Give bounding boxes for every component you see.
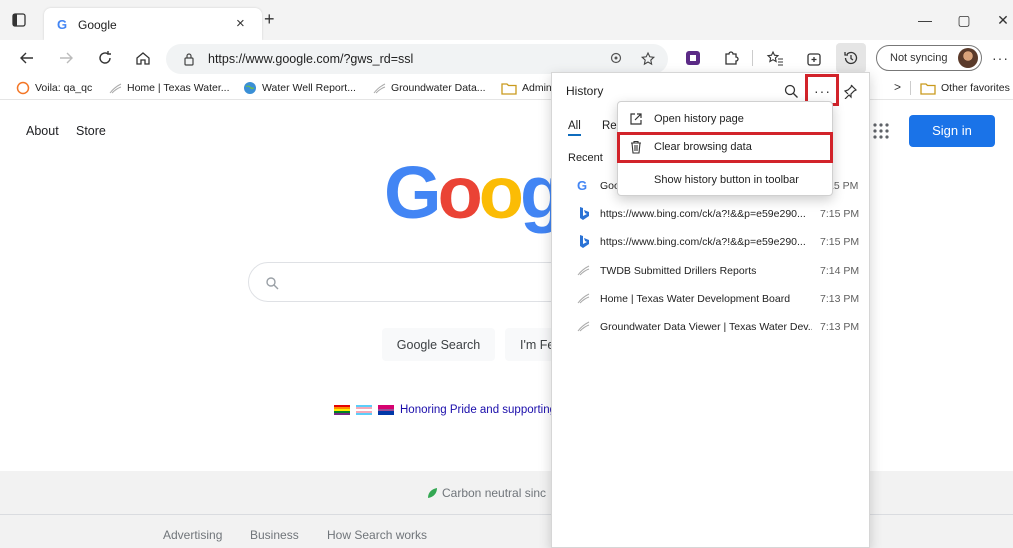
google-search-button[interactable]: Google Search: [382, 328, 495, 361]
back-arrow-icon[interactable]: [18, 49, 36, 67]
history-row[interactable]: https://www.bing.com/ck/a?!&&p=e59e290..…: [552, 200, 869, 228]
folder-icon: [501, 83, 517, 95]
open-history-page-item[interactable]: Open history page: [618, 105, 832, 133]
refresh-icon[interactable]: [96, 49, 114, 67]
home-icon[interactable]: [134, 49, 152, 67]
history-row[interactable]: Home | Texas Water Development Board 7:1…: [552, 285, 869, 313]
clear-browsing-data-item[interactable]: Clear browsing data: [617, 132, 833, 163]
twdb-favicon: [577, 321, 590, 332]
svg-text:G: G: [577, 178, 587, 192]
bi-flag-icon: [378, 405, 394, 415]
twdb-icon: [373, 83, 386, 94]
bing-favicon: [580, 235, 589, 248]
close-window-button[interactable]: ✕: [995, 12, 1011, 28]
other-favorites-folder[interactable]: Other favorites: [920, 80, 1010, 96]
show-history-button-item[interactable]: Show history button in toolbar: [618, 166, 832, 194]
tab-title: Google: [78, 18, 117, 32]
history-row[interactable]: https://www.bing.com/ck/a?!&&p=e59e290..…: [552, 228, 869, 256]
bing-favicon: [580, 207, 589, 220]
search-icon: [265, 276, 279, 290]
history-section-recent: Recent: [568, 152, 603, 164]
extension-icon[interactable]: [684, 49, 702, 67]
about-link[interactable]: About: [26, 124, 59, 138]
carbon-neutral-link[interactable]: Carbon neutral sinc: [426, 486, 546, 500]
maximize-button[interactable]: ▢: [956, 12, 972, 28]
history-row[interactable]: Groundwater Data Viewer | Texas Water De…: [552, 313, 869, 341]
pin-icon[interactable]: [842, 83, 858, 99]
history-icon: [842, 49, 860, 67]
history-title: History: [566, 84, 604, 98]
collections-icon[interactable]: [805, 49, 823, 67]
tab-strip: G Google × + — ▢ ✕: [0, 0, 1013, 40]
apps-grid-icon[interactable]: [872, 122, 890, 140]
history-tab-all[interactable]: All: [568, 120, 581, 136]
sign-in-button[interactable]: Sign in: [909, 115, 995, 147]
svg-text:G: G: [57, 17, 67, 31]
twdb-icon: [109, 83, 122, 94]
favorite-folder[interactable]: Admin: [501, 80, 552, 96]
new-tab-button[interactable]: +: [264, 9, 275, 30]
google-favicon: G: [577, 178, 587, 192]
history-row[interactable]: TWDB Submitted Drillers Reports 7:14 PM: [552, 257, 869, 285]
favorite-item[interactable]: Water Well Report...: [243, 80, 356, 96]
trans-flag-icon: [356, 405, 372, 415]
business-link[interactable]: Business: [250, 528, 299, 542]
folder-icon: [920, 83, 936, 95]
minimize-button[interactable]: —: [917, 12, 933, 28]
extensions-puzzle-icon[interactable]: [722, 49, 740, 67]
leaf-icon: [428, 488, 437, 498]
address-bar[interactable]: https://www.google.com/?gws_rd=ssl: [166, 44, 668, 74]
favorite-item[interactable]: Voila: qa_qc: [16, 80, 92, 96]
toolbar: https://www.google.com/?gws_rd=ssl Not s…: [0, 40, 1013, 76]
forward-arrow-icon[interactable]: [57, 49, 75, 67]
pride-banner[interactable]: Honoring Pride and supporting: [334, 404, 556, 416]
profile-button[interactable]: Not syncing: [876, 45, 982, 71]
store-link[interactable]: Store: [76, 124, 106, 138]
history-more-menu: Open history page Clear browsing data Sh…: [617, 101, 833, 196]
pride-text: Honoring Pride and supporting: [400, 404, 556, 416]
open-external-icon: [630, 113, 642, 125]
favorites-overflow-chevron[interactable]: >: [894, 80, 901, 94]
how-search-works-link[interactable]: How Search works: [327, 528, 427, 542]
lock-icon[interactable]: [182, 52, 196, 66]
add-favorite-icon[interactable]: [640, 51, 656, 67]
location-icon[interactable]: [608, 51, 624, 67]
voila-icon: [16, 81, 30, 95]
favorites-icon[interactable]: [766, 49, 784, 67]
avatar: [958, 48, 978, 68]
globe-icon: [244, 82, 256, 94]
tab-google[interactable]: G Google ×: [44, 8, 262, 40]
favorite-item[interactable]: Home | Texas Water...: [108, 80, 230, 96]
advertising-link[interactable]: Advertising: [163, 528, 222, 542]
favorites-divider: [910, 81, 911, 95]
toolbar-divider: [752, 50, 753, 66]
favorite-item[interactable]: Groundwater Data...: [372, 80, 486, 96]
tab-actions-icon[interactable]: [12, 13, 26, 27]
twdb-favicon: [577, 293, 590, 304]
url-text: https://www.google.com/?gws_rd=ssl: [208, 52, 414, 66]
twdb-favicon: [577, 265, 590, 276]
history-button[interactable]: [836, 43, 866, 73]
settings-menu-button[interactable]: ···: [992, 50, 1009, 66]
sync-status-label: Not syncing: [890, 52, 948, 64]
google-favicon: G: [56, 17, 70, 31]
close-tab-icon[interactable]: ×: [236, 15, 245, 32]
pride-flag-icon: [334, 405, 350, 415]
more-options-icon: ···: [814, 83, 831, 99]
google-logo: Goog: [384, 151, 565, 234]
history-search-icon[interactable]: [783, 83, 799, 99]
trash-icon: [631, 140, 641, 154]
